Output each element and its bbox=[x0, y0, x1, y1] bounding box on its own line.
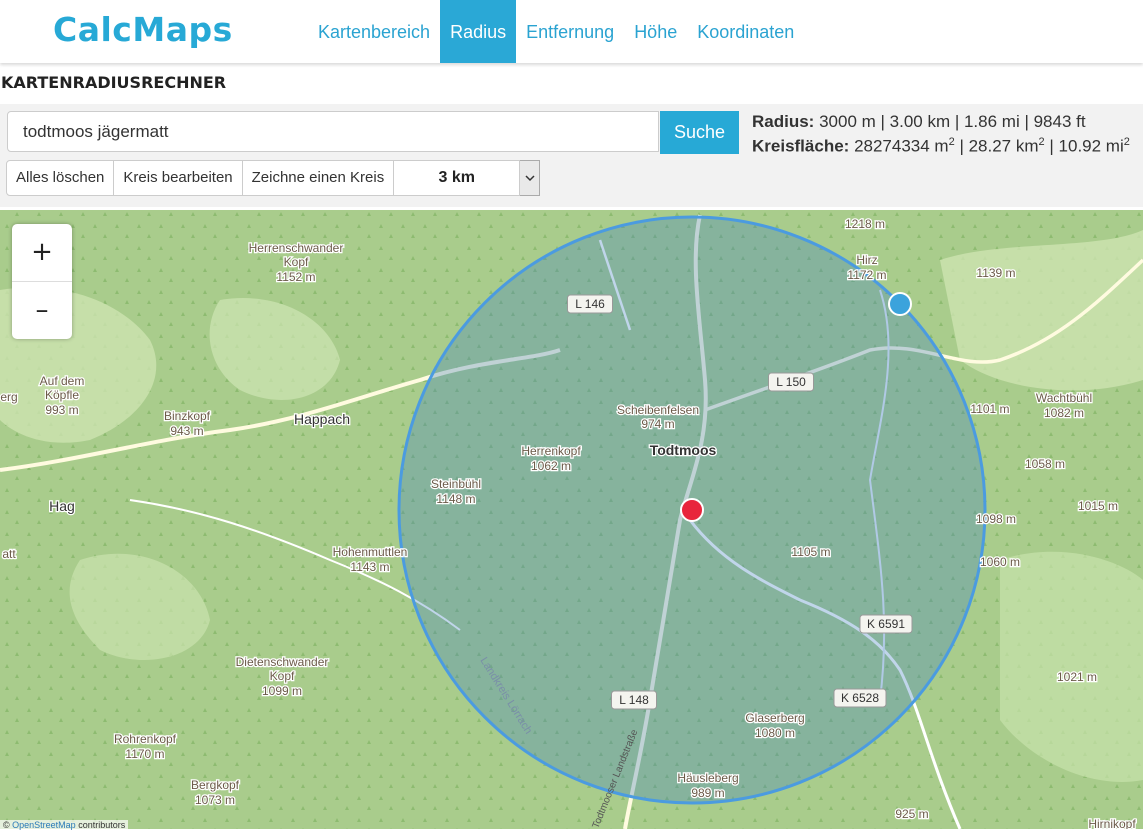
map-label: Auf dem bbox=[40, 374, 85, 388]
road-label-text: K 6591 bbox=[867, 617, 905, 631]
map-label: Kopf bbox=[270, 669, 295, 683]
map-label: 1170 m bbox=[125, 747, 164, 761]
zoom-control: + – bbox=[12, 224, 72, 339]
map-label: 1101 m bbox=[970, 402, 1009, 416]
map-label: 1080 m bbox=[755, 726, 795, 740]
map-label: 1099 m bbox=[262, 684, 302, 698]
map-label: 1105 m bbox=[791, 545, 830, 559]
search-button[interactable]: Suche bbox=[660, 111, 739, 154]
sup: 2 bbox=[948, 136, 955, 148]
zoom-in-button[interactable]: + bbox=[12, 224, 72, 281]
map-label: 974 m bbox=[641, 417, 674, 431]
edge-marker[interactable] bbox=[888, 292, 912, 316]
map-label: Todtmoos bbox=[650, 442, 717, 458]
road-label-text: L 148 bbox=[619, 693, 649, 707]
map-label: 1058 m bbox=[1025, 457, 1065, 471]
map-label: 1143 m bbox=[350, 560, 389, 574]
nav-koordinaten[interactable]: Koordinaten bbox=[687, 0, 804, 63]
map-label: Rohrenkopf bbox=[114, 732, 177, 746]
result-info: Radius: 3000 m | 3.00 km | 1.86 mi | 984… bbox=[752, 112, 1130, 157]
map-label: Steinbühl bbox=[431, 477, 481, 491]
map-label: Köpfle bbox=[45, 388, 79, 402]
map-label: 1073 m bbox=[195, 793, 235, 807]
map-label: Herrenschwander bbox=[249, 241, 344, 255]
map-label: Hag bbox=[49, 498, 75, 514]
nav-kartenbereich[interactable]: Kartenbereich bbox=[308, 0, 440, 63]
nav-radius[interactable]: Radius bbox=[440, 0, 517, 63]
map-label: 1172 m bbox=[847, 268, 886, 282]
radius-value: 3000 m | 3.00 km | 1.86 mi | 9843 ft bbox=[819, 112, 1086, 131]
map-label: 1015 m bbox=[1078, 499, 1118, 513]
map-label: 1218 m bbox=[845, 217, 885, 231]
select-arrow[interactable] bbox=[519, 160, 541, 196]
area-label: Kreisfläche: bbox=[752, 136, 850, 156]
area-mi2: | 10.92 mi bbox=[1049, 136, 1124, 156]
nav-hoehe[interactable]: Höhe bbox=[624, 0, 687, 63]
sup: 2 bbox=[1038, 136, 1045, 148]
chevron-down-icon bbox=[525, 174, 535, 181]
road-label-text: L 150 bbox=[776, 375, 806, 389]
map-label: Herrenkopf bbox=[521, 444, 581, 458]
main-nav: Kartenbereich Radius Entfernung Höhe Koo… bbox=[308, 0, 804, 63]
road-label-text: K 6528 bbox=[841, 691, 879, 705]
map-label: 1152 m bbox=[276, 270, 315, 284]
draw-circle-button[interactable]: Zeichne einen Kreis bbox=[241, 160, 395, 196]
map-label: att bbox=[2, 547, 16, 561]
map-label: Binzkopf bbox=[164, 409, 211, 423]
road-label: L 148 bbox=[611, 690, 657, 710]
map-label: 1021 m bbox=[1057, 670, 1097, 684]
road-label: L 150 bbox=[768, 372, 814, 392]
center-marker[interactable] bbox=[680, 498, 704, 522]
map-label: 993 m bbox=[45, 403, 78, 417]
map-label: Scheibenfelsen bbox=[617, 403, 699, 417]
map-label: Wachtbühl bbox=[1036, 391, 1092, 405]
map-label: Hirnikopf bbox=[1088, 817, 1136, 829]
area-m2: 28274334 m bbox=[854, 136, 949, 156]
edit-circle-button[interactable]: Kreis bearbeiten bbox=[113, 160, 243, 196]
map-label: 1060 m bbox=[980, 555, 1020, 569]
map-canvas[interactable]: HerrenschwanderKopf1152 mAuf demKöpfle99… bbox=[0, 210, 1143, 829]
zoom-out-button[interactable]: – bbox=[12, 281, 72, 339]
map-label: Glaserberg bbox=[745, 711, 804, 725]
search-input[interactable] bbox=[7, 111, 659, 152]
map-label: Happach bbox=[294, 411, 350, 427]
map-label: Hohenmuttlen bbox=[333, 545, 408, 559]
map-label: 1082 m bbox=[1044, 406, 1084, 420]
map-label: Bergkopf bbox=[191, 778, 240, 792]
meadow bbox=[940, 230, 1143, 391]
map-label: 1139 m bbox=[976, 266, 1015, 280]
area-line: Kreisfläche: 28274334 m2 | 28.27 km2 | 1… bbox=[752, 132, 1130, 157]
toolbar: Alles löschen Kreis bearbeiten Zeichne e… bbox=[6, 160, 541, 196]
area-km2: | 28.27 km bbox=[959, 136, 1039, 156]
map-label: 1098 m bbox=[976, 512, 1016, 526]
radius-line: Radius: 3000 m | 3.00 km | 1.86 mi | 984… bbox=[752, 112, 1130, 132]
map-label: erg bbox=[0, 390, 17, 404]
header: CalcMaps Kartenbereich Radius Entfernung… bbox=[0, 0, 1143, 63]
road-label: K 6591 bbox=[859, 614, 913, 634]
map[interactable]: Herrenschwander Kopf 1152 m Auf dem Köpfle 99… bbox=[0, 210, 1143, 829]
map-label: 943 m bbox=[170, 424, 203, 438]
radius-label: Radius: bbox=[752, 112, 815, 131]
sup: 2 bbox=[1123, 136, 1130, 148]
map-label: 1062 m bbox=[531, 459, 571, 473]
map-label: Häusleberg bbox=[677, 771, 738, 785]
map-label: 925 m bbox=[895, 807, 928, 821]
map-label: Hirz bbox=[856, 253, 877, 267]
radius-select[interactable]: 3 km bbox=[393, 160, 521, 196]
road-label: K 6528 bbox=[833, 688, 887, 708]
clear-all-button[interactable]: Alles löschen bbox=[6, 160, 115, 196]
road-label: L 146 bbox=[567, 294, 613, 314]
map-label: Kopf bbox=[284, 255, 309, 269]
road-label-text: L 146 bbox=[575, 297, 605, 311]
map-label: 1148 m bbox=[436, 492, 475, 506]
logo[interactable]: CalcMaps bbox=[53, 10, 233, 49]
page-title: KARTENRADIUSRECHNER bbox=[1, 73, 227, 92]
map-label: 989 m bbox=[691, 786, 724, 800]
nav-entfernung[interactable]: Entfernung bbox=[516, 0, 624, 63]
map-label: Dietenschwander bbox=[236, 655, 329, 669]
